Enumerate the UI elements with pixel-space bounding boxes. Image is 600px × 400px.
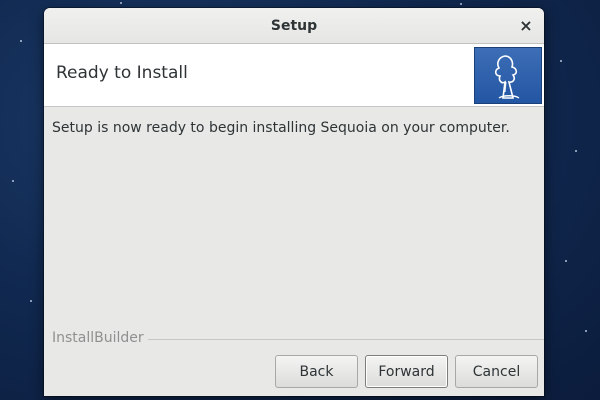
sequoia-tree-logo-icon	[474, 47, 542, 104]
title-bar[interactable]: Setup ×	[44, 8, 544, 44]
close-icon: ×	[519, 16, 533, 35]
page-title: Ready to Install	[56, 63, 188, 83]
star	[20, 40, 22, 42]
star	[12, 180, 14, 182]
star	[565, 260, 567, 262]
star	[120, 2, 122, 4]
star	[30, 300, 32, 302]
star	[575, 150, 577, 152]
close-button[interactable]: ×	[516, 16, 536, 36]
cancel-button[interactable]: Cancel	[455, 355, 538, 388]
star	[560, 60, 562, 62]
star	[585, 330, 587, 332]
brand-label: InstallBuilder	[52, 330, 148, 346]
setup-dialog: Setup × Ready to Install Setup is now re…	[44, 8, 544, 396]
desktop-background: Setup × Ready to Install Setup is now re…	[0, 0, 600, 400]
star	[460, 3, 462, 5]
installbuilder-brand: InstallBuilder	[52, 330, 544, 348]
brand-divider	[142, 339, 544, 340]
forward-button[interactable]: Forward	[365, 355, 448, 388]
back-button[interactable]: Back	[275, 355, 358, 388]
page-header: Ready to Install	[44, 44, 544, 107]
install-message: Setup is now ready to begin installing S…	[52, 120, 510, 136]
window-title: Setup	[270, 18, 318, 34]
